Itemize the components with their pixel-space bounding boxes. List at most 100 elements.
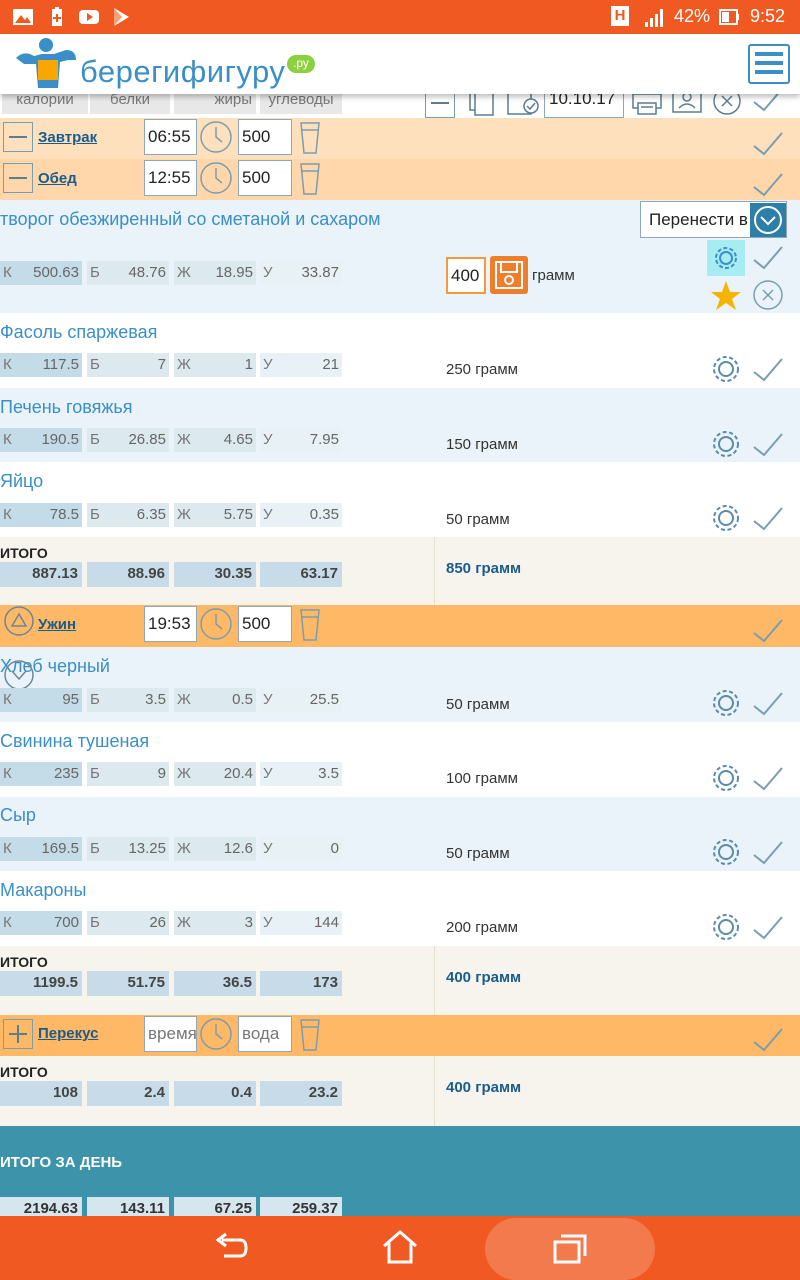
gear-icon[interactable] xyxy=(709,352,743,386)
check-icon[interactable] xyxy=(750,171,786,199)
check-icon[interactable] xyxy=(750,838,786,868)
gear-icon[interactable] xyxy=(709,427,743,461)
chevron-down-circle-icon[interactable] xyxy=(750,203,786,237)
carbs-cell: У 144 xyxy=(260,911,342,935)
food-name[interactable]: творог обезжиренный со сметаной и сахаро… xyxy=(0,209,381,230)
water-glass-icon[interactable] xyxy=(298,120,322,156)
food-name[interactable]: Яйцо xyxy=(0,471,43,492)
check-icon[interactable] xyxy=(750,430,786,460)
gear-icon[interactable] xyxy=(709,501,743,535)
scroll-down-icon[interactable] xyxy=(3,659,35,691)
breakfast-water-input[interactable]: 500 xyxy=(238,119,292,155)
carbs-value: 25.5 xyxy=(309,691,339,708)
clock-icon[interactable] xyxy=(199,120,233,154)
dinner-time-input[interactable]: 19:53 xyxy=(144,606,197,642)
total-calories: 887.13 xyxy=(0,562,82,587)
total-carbs: 173 xyxy=(260,971,342,996)
water-glass-icon[interactable] xyxy=(298,1017,322,1053)
minus-icon xyxy=(9,177,27,179)
lunch-name-link[interactable]: Обед xyxy=(38,170,77,187)
check-icon[interactable] xyxy=(750,504,786,534)
check-icon[interactable] xyxy=(750,689,786,719)
snack-name-link[interactable]: Перекус xyxy=(38,1025,98,1042)
fat-value: 4.65 xyxy=(223,431,253,448)
food-name[interactable]: Свинина тушеная xyxy=(0,731,149,752)
clock-icon[interactable] xyxy=(199,607,233,641)
food-name[interactable]: Сыр xyxy=(0,805,36,826)
network-type-badge: H xyxy=(611,6,629,26)
recents-button[interactable] xyxy=(485,1218,655,1280)
play-store-icon xyxy=(114,8,129,26)
clock-icon[interactable] xyxy=(199,1017,233,1051)
breakfast-time-input[interactable]: 06:55 xyxy=(144,119,197,155)
back-icon[interactable] xyxy=(210,1230,250,1266)
logo-text[interactable]: берегифигуру xyxy=(80,54,285,90)
gear-icon[interactable] xyxy=(709,686,743,720)
meal-row-lunch xyxy=(0,159,800,200)
protein-cell: Б 3.5 xyxy=(87,688,169,712)
logo-domain: .ру xyxy=(287,55,315,73)
check-icon[interactable] xyxy=(750,130,786,158)
check-icon[interactable] xyxy=(750,1026,786,1054)
menu-bar xyxy=(755,61,783,65)
total-calories: 108 xyxy=(0,1081,82,1106)
lunch-water-input[interactable]: 500 xyxy=(238,160,292,196)
food-name[interactable]: Макароны xyxy=(0,880,86,901)
lunch-collapse-button[interactable] xyxy=(3,163,33,193)
calories-cell: К 500.63 xyxy=(0,261,82,285)
gear-icon[interactable] xyxy=(709,835,743,869)
water-glass-icon[interactable] xyxy=(298,607,322,643)
day-total-title: ИТОГО ЗА ДЕНЬ xyxy=(0,1154,123,1171)
dinner-water-input[interactable]: 500 xyxy=(238,606,292,642)
food-name[interactable]: Фасоль спаржевая xyxy=(0,322,157,343)
check-icon[interactable] xyxy=(750,617,786,645)
total-fat: 36.5 xyxy=(174,971,256,996)
grams-unit: грамм xyxy=(532,267,575,284)
snack-time-input[interactable]: время xyxy=(144,1016,197,1052)
minus-icon xyxy=(9,136,27,138)
carbs-cell: У 25.5 xyxy=(260,688,342,712)
gear-icon[interactable] xyxy=(709,910,743,944)
total-calories: 1199.5 xyxy=(0,971,82,996)
carbs-letter: У xyxy=(263,356,273,373)
snack-expand-button[interactable] xyxy=(3,1019,33,1049)
fat-letter: Ж xyxy=(177,264,191,281)
gear-icon[interactable] xyxy=(709,761,743,795)
total-grams: 400 грамм xyxy=(446,969,522,986)
snack-water-input[interactable]: вода xyxy=(238,1016,292,1052)
check-icon[interactable] xyxy=(750,355,786,385)
divider xyxy=(434,537,435,605)
total-fat: 0.4 xyxy=(174,1081,256,1106)
calories-value: 500.63 xyxy=(33,264,79,281)
remove-circle-icon[interactable] xyxy=(752,279,784,311)
check-icon[interactable] xyxy=(750,913,786,943)
fat-cell: Ж 12.6 xyxy=(174,837,256,861)
save-icon[interactable] xyxy=(490,256,528,294)
logo-figure-icon[interactable] xyxy=(10,36,82,92)
fat-value: 18.95 xyxy=(215,264,253,281)
check-icon[interactable] xyxy=(750,764,786,794)
grams-label: 50 грамм xyxy=(446,845,510,862)
calories-cell: К 117.5 xyxy=(0,353,82,377)
grams-input[interactable]: 400 xyxy=(446,257,486,294)
dinner-name-link[interactable]: Ужин xyxy=(38,616,76,633)
battery-plus-icon xyxy=(52,7,62,26)
breakfast-name-link[interactable]: Завтрак xyxy=(38,129,97,146)
carbs-cell: У 33.87 xyxy=(260,261,342,285)
clock-icon[interactable] xyxy=(199,161,233,195)
check-icon[interactable] xyxy=(750,243,786,273)
food-name[interactable]: Печень говяжья xyxy=(0,397,133,418)
water-glass-icon[interactable] xyxy=(298,161,322,197)
carbs-value: 21 xyxy=(322,356,339,373)
lunch-time-input[interactable]: 12:55 xyxy=(144,160,197,196)
menu-button[interactable] xyxy=(748,44,790,84)
gear-icon[interactable] xyxy=(707,240,745,276)
carbs-value: 0 xyxy=(330,840,339,857)
grams-label: 200 грамм xyxy=(446,919,518,936)
star-icon[interactable] xyxy=(709,279,743,313)
calories-cell: К 95 xyxy=(0,688,82,712)
scroll-up-icon[interactable] xyxy=(3,605,35,637)
breakfast-collapse-button[interactable] xyxy=(3,122,33,152)
fat-cell: Ж 20.4 xyxy=(174,762,256,786)
home-icon[interactable] xyxy=(380,1228,420,1266)
